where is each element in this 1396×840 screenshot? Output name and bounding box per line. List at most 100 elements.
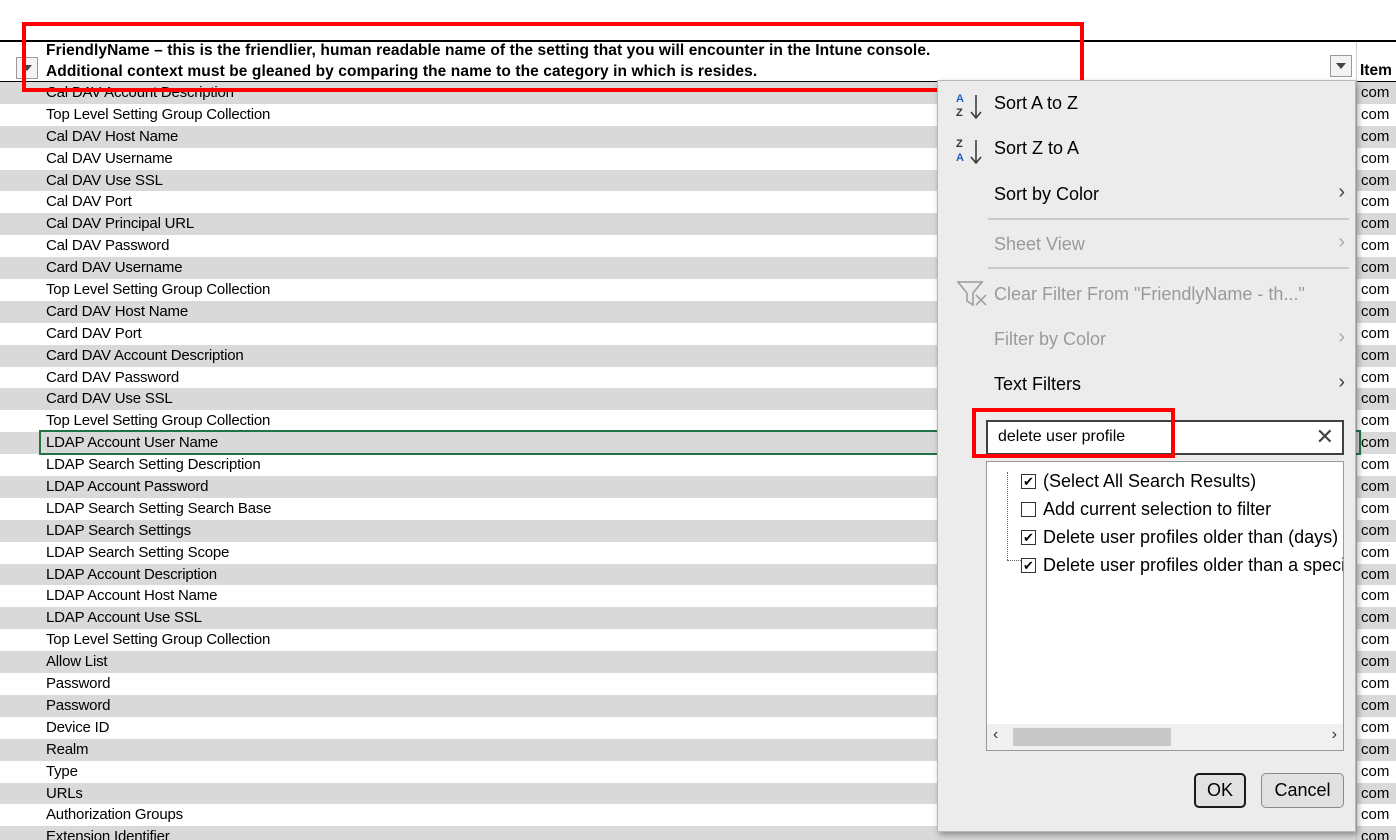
checkbox[interactable]: [1021, 502, 1036, 517]
close-icon[interactable]: ✕: [1316, 425, 1334, 449]
item-cell[interactable]: com: [1361, 673, 1389, 695]
item-cell[interactable]: com: [1361, 213, 1389, 235]
friendlyname-cell[interactable]: Cal DAV Password: [46, 235, 169, 257]
item-cell[interactable]: com: [1361, 542, 1389, 564]
friendlyname-cell[interactable]: Top Level Setting Group Collection: [46, 629, 270, 651]
item-cell[interactable]: com: [1361, 520, 1389, 542]
column-separator: [1356, 694, 1357, 717]
item-cell[interactable]: com: [1361, 82, 1389, 104]
friendlyname-cell[interactable]: LDAP Account Host Name: [46, 585, 217, 607]
checkbox[interactable]: ✔: [1021, 530, 1036, 545]
friendlyname-cell[interactable]: Top Level Setting Group Collection: [46, 279, 270, 301]
column-separator: [1356, 804, 1357, 827]
item-cell[interactable]: com: [1361, 301, 1389, 323]
cancel-button[interactable]: Cancel: [1261, 773, 1344, 808]
item-cell[interactable]: com: [1361, 826, 1389, 840]
friendlyname-cell[interactable]: Allow List: [46, 651, 108, 673]
item-cell[interactable]: com: [1361, 585, 1389, 607]
item-cell[interactable]: com: [1361, 410, 1389, 432]
item-cell[interactable]: com: [1361, 629, 1389, 651]
friendlyname-cell[interactable]: LDAP Search Setting Scope: [46, 542, 229, 564]
menu-sort-a-z[interactable]: Sort A to Z: [994, 93, 1078, 114]
item-cell[interactable]: com: [1361, 104, 1389, 126]
menu-sort-by-color[interactable]: Sort by Color: [994, 184, 1344, 205]
item-cell[interactable]: com: [1361, 651, 1389, 673]
friendlyname-cell[interactable]: LDAP Search Setting Search Base: [46, 498, 272, 520]
item-cell[interactable]: com: [1361, 279, 1389, 301]
friendlyname-filter-button[interactable]: [1330, 55, 1352, 77]
friendlyname-cell[interactable]: URLs: [46, 783, 83, 805]
friendlyname-cell[interactable]: Card DAV Username: [46, 257, 183, 279]
column-separator: [1356, 738, 1357, 761]
friendlyname-cell[interactable]: Cal DAV Port: [46, 191, 132, 213]
friendlyname-cell[interactable]: Type: [46, 761, 78, 783]
friendlyname-cell[interactable]: Top Level Setting Group Collection: [46, 410, 270, 432]
svg-text:A: A: [956, 93, 964, 105]
friendlyname-cell[interactable]: Cal DAV Host Name: [46, 126, 178, 148]
friendlyname-cell[interactable]: Card DAV Password: [46, 367, 179, 389]
filter-search-input[interactable]: delete user profile: [998, 428, 1125, 446]
friendlyname-cell[interactable]: Top Level Setting Group Collection: [46, 104, 270, 126]
item-cell[interactable]: com: [1361, 191, 1389, 213]
friendlyname-cell[interactable]: Cal DAV Account Description: [46, 82, 234, 104]
friendlyname-cell[interactable]: Device ID: [46, 717, 109, 739]
item-cell[interactable]: com: [1361, 345, 1389, 367]
column-separator: [1356, 760, 1357, 783]
item-cell[interactable]: com: [1361, 126, 1389, 148]
item-cell[interactable]: com: [1361, 695, 1389, 717]
friendlyname-cell[interactable]: Cal DAV Principal URL: [46, 213, 194, 235]
item-cell[interactable]: com: [1361, 454, 1389, 476]
friendlyname-cell[interactable]: Cal DAV Username: [46, 148, 173, 170]
svg-text:Z: Z: [956, 138, 963, 150]
menu-text-filters[interactable]: Text Filters: [994, 374, 1081, 395]
item-cell[interactable]: com: [1361, 761, 1389, 783]
item-cell[interactable]: com: [1361, 739, 1389, 761]
checkbox[interactable]: ✔: [1021, 474, 1036, 489]
menu-clear-filter[interactable]: Clear Filter From "FriendlyName - th...": [994, 284, 1305, 305]
item-cell[interactable]: com: [1361, 498, 1389, 520]
friendlyname-cell[interactable]: Card DAV Host Name: [46, 301, 188, 323]
friendlyname-cell[interactable]: LDAP Search Setting Description: [46, 454, 261, 476]
horizontal-scrollbar[interactable]: ‹ ›: [987, 724, 1343, 750]
friendlyname-cell[interactable]: Authorization Groups: [46, 804, 183, 826]
checkbox[interactable]: ✔: [1021, 558, 1036, 573]
chevron-left-icon[interactable]: ‹: [993, 726, 998, 744]
friendlyname-cell[interactable]: Password: [46, 695, 110, 717]
friendlyname-cell[interactable]: LDAP Account Description: [46, 564, 217, 586]
friendlyname-cell[interactable]: Card DAV Port: [46, 323, 142, 345]
scrollbar-thumb[interactable]: [1013, 728, 1171, 746]
item-cell[interactable]: com: [1361, 804, 1389, 826]
item-cell[interactable]: com: [1361, 432, 1389, 454]
friendlyname-cell[interactable]: LDAP Account User Name: [46, 432, 218, 454]
item-cell[interactable]: com: [1361, 170, 1389, 192]
item-cell[interactable]: com: [1361, 717, 1389, 739]
friendlyname-cell[interactable]: Card DAV Account Description: [46, 345, 244, 367]
ok-button[interactable]: OK: [1194, 773, 1246, 808]
item-cell[interactable]: com: [1361, 323, 1389, 345]
item-cell[interactable]: com: [1361, 564, 1389, 586]
item-cell[interactable]: com: [1361, 607, 1389, 629]
item-cell[interactable]: com: [1361, 367, 1389, 389]
item-cell[interactable]: com: [1361, 148, 1389, 170]
friendlyname-cell[interactable]: Cal DAV Use SSL: [46, 170, 163, 192]
friendlyname-cell[interactable]: Password: [46, 673, 110, 695]
menu-sort-z-a[interactable]: Sort Z to A: [994, 138, 1079, 159]
friendlyname-cell[interactable]: LDAP Account Use SSL: [46, 607, 202, 629]
menu-sheet-view[interactable]: Sheet View: [994, 234, 1085, 255]
column-separator: [1356, 410, 1357, 433]
item-cell[interactable]: com: [1361, 476, 1389, 498]
item-cell[interactable]: com: [1361, 257, 1389, 279]
item-cell[interactable]: com: [1361, 388, 1389, 410]
col-a-filter-button[interactable]: [16, 57, 38, 79]
friendlyname-cell[interactable]: Card DAV Use SSL: [46, 388, 173, 410]
friendlyname-cell[interactable]: LDAP Search Settings: [46, 520, 191, 542]
filter-search-box[interactable]: delete user profile ✕: [986, 420, 1344, 455]
friendlyname-cell[interactable]: Extension Identifier: [46, 826, 170, 840]
friendlyname-cell[interactable]: Realm: [46, 739, 89, 761]
item-cell[interactable]: com: [1361, 235, 1389, 257]
menu-filter-by-color[interactable]: Filter by Color: [994, 329, 1106, 350]
clear-filter-icon: [956, 281, 987, 307]
chevron-right-icon[interactable]: ›: [1332, 726, 1337, 744]
friendlyname-cell[interactable]: LDAP Account Password: [46, 476, 208, 498]
item-cell[interactable]: com: [1361, 783, 1389, 805]
